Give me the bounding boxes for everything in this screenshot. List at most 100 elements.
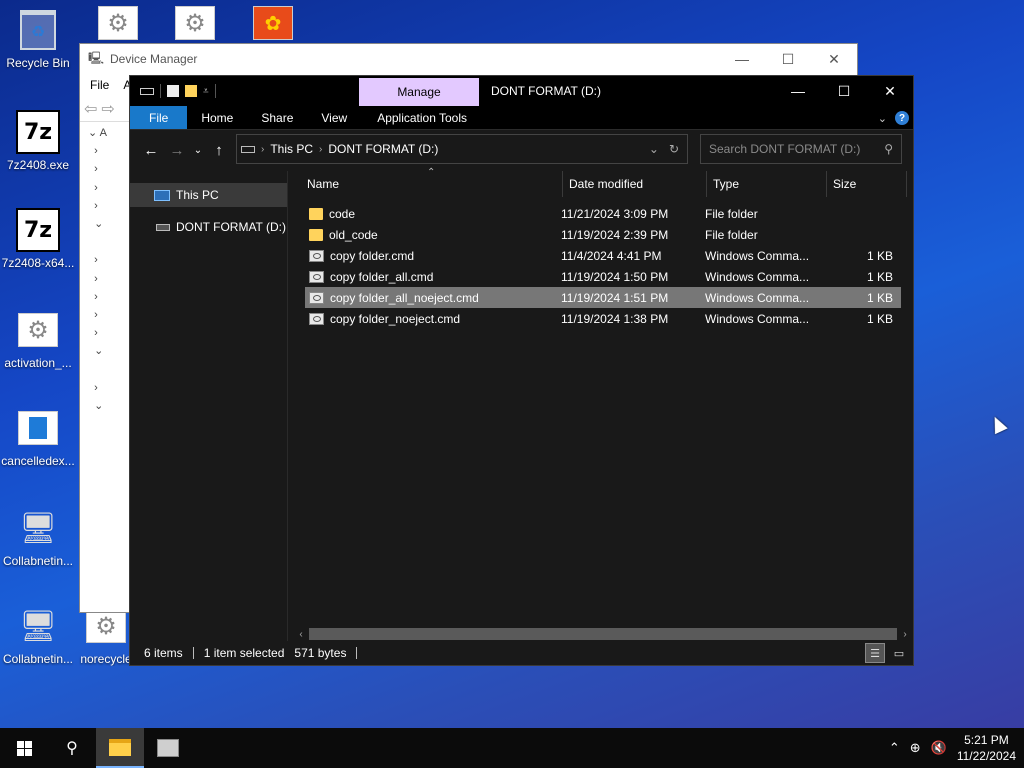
explorer-titlebar[interactable]: ⩡ Manage DONT FORMAT (D:) — ☐ ✕ [130, 76, 913, 106]
desktop-icon-label: Recycle Bin [6, 56, 70, 70]
large-icons-view-icon[interactable]: ▭ [889, 643, 909, 663]
scroll-left-icon[interactable]: ‹ [293, 629, 309, 640]
search-input[interactable] [709, 142, 885, 156]
file-type: File folder [705, 227, 758, 242]
desktop-icon-label: Collabnetin... [2, 554, 74, 568]
device-manager-title: Device Manager [110, 52, 198, 66]
maximize-button[interactable]: ☐ [821, 76, 867, 106]
network-icon[interactable]: ⊕ [910, 740, 921, 756]
file-type: Windows Comma... [705, 248, 810, 263]
scrollbar-thumb[interactable] [309, 628, 897, 640]
chevron-right-icon[interactable]: › [261, 144, 264, 155]
tab-home[interactable]: Home [187, 106, 247, 129]
file-name-cell: old_code [305, 228, 557, 242]
tab-view[interactable]: View [307, 106, 361, 129]
file-name: copy folder.cmd [330, 248, 415, 263]
desktop-icon-7z-x64[interactable]: 7z 7z2408-x64... [0, 208, 76, 270]
tab-application-tools[interactable]: Application Tools [361, 106, 483, 129]
breadcrumb-current[interactable]: DONT FORMAT (D:) [328, 142, 438, 156]
settings-file-icon: ⚙ [98, 6, 138, 40]
tab-file[interactable]: File [130, 106, 188, 129]
file-name: copy folder_all_noeject.cmd [330, 290, 479, 305]
file-row[interactable]: old_code 11/19/2024 2:39 PM File folder [305, 224, 901, 245]
address-bar[interactable]: › This PC › DONT FORMAT (D:) ⌄ ↻ [236, 134, 688, 164]
device-manager-titlebar[interactable]: 🖳 Device Manager — ☐ ✕ [80, 44, 857, 74]
desktop-icon-activation[interactable]: ⚙ activation_... [0, 308, 76, 370]
clock[interactable]: 5:21 PM 11/22/2024 [957, 732, 1016, 764]
desktop-icon-settings-file[interactable]: ⚙ [80, 6, 156, 42]
file-date: 11/19/2024 1:38 PM [561, 311, 669, 326]
clock-date: 11/22/2024 [956, 749, 1016, 763]
speaker-muted-icon[interactable]: 🔇 [931, 740, 947, 756]
file-date: 11/19/2024 1:51 PM [561, 290, 669, 305]
chevron-right-icon[interactable]: › [319, 144, 322, 155]
desktop-icon-image-file[interactable]: ✿ [235, 6, 311, 42]
search-box[interactable]: ⚲ [700, 134, 902, 164]
cmd-file-icon [309, 291, 324, 304]
minimize-button[interactable]: — [775, 76, 821, 106]
chevron-down-icon[interactable]: ⌄ [649, 142, 659, 156]
settings-file-icon: ⚙ [86, 609, 126, 643]
forward-arrow-icon[interactable]: ⇨ [101, 99, 114, 119]
menu-file[interactable]: File [90, 78, 109, 92]
desktop-icon-settings-file[interactable]: ⚙ [157, 6, 233, 42]
recent-locations-icon[interactable]: ⌄ [190, 137, 206, 163]
file-explorer-window[interactable]: ⩡ Manage DONT FORMAT (D:) — ☐ ✕ File Hom… [129, 75, 914, 666]
horizontal-scrollbar[interactable]: ‹ › [293, 626, 913, 642]
file-row[interactable]: copy folder.cmd 11/4/2024 4:41 PM Windows … [305, 245, 901, 266]
drive-icon [156, 223, 170, 231]
desktop-icon-label: 7z2408-x64... [1, 256, 75, 270]
taskbar-file-explorer[interactable] [96, 728, 144, 768]
file-type: Windows Comma... [705, 269, 810, 284]
details-view-icon[interactable]: ☰ [865, 643, 885, 663]
column-size[interactable]: Size [827, 171, 907, 197]
desktop-icon-collabnet-2[interactable]: 🖥 Collabnetin... [0, 604, 76, 667]
desktop-icon-7z-exe[interactable]: 7z 7z2408.exe [0, 110, 76, 172]
file-name-cell: copy folder.cmd [305, 249, 557, 263]
tab-manage[interactable]: Manage [359, 78, 479, 106]
desktop-icon-collabnet-1[interactable]: 🖥 Collabnetin... [0, 506, 76, 569]
scroll-right-icon[interactable]: › [897, 629, 913, 640]
taskbar-device-manager[interactable] [144, 728, 192, 768]
back-arrow-icon[interactable]: ⇦ [84, 99, 97, 119]
cmd-file-icon [309, 270, 324, 283]
forward-button[interactable]: → [164, 137, 190, 163]
7zip-icon: 7z [16, 208, 60, 252]
file-row[interactable]: copy folder_noeject.cmd 11/19/2024 1:38 P… [305, 308, 901, 329]
desktop-icon-cancelledex[interactable]: cancelledex... [0, 406, 76, 468]
sort-ascending-icon: ⌃ [427, 167, 436, 178]
help-icon[interactable]: ? [895, 111, 909, 125]
up-button[interactable]: ↑ [206, 137, 232, 163]
new-folder-icon[interactable] [185, 85, 197, 97]
back-button[interactable]: ← [138, 137, 164, 163]
selection-count: 1 item selected [203, 646, 285, 660]
desktop-icon-recycle-bin[interactable]: ♻ Recycle Bin [0, 8, 76, 70]
maximize-button[interactable]: ☐ [765, 51, 811, 68]
file-size: 1 KB [866, 248, 893, 263]
file-row[interactable]: copy folder_all.cmd 11/19/2024 1:50 PM Win… [305, 266, 901, 287]
minimize-button[interactable]: — [719, 51, 765, 67]
chevron-up-icon[interactable]: ⌃ [889, 740, 900, 756]
breadcrumb-this-pc[interactable]: This PC [270, 142, 313, 156]
nav-item-this-pc[interactable]: This PC [130, 183, 287, 207]
file-row[interactable]: copy folder_all_noeject.cmd 11/19/2024 1:… [305, 287, 901, 308]
column-type[interactable]: Type [707, 171, 827, 197]
properties-icon[interactable] [167, 85, 179, 97]
file-type: Windows Comma... [705, 311, 810, 326]
search-icon[interactable]: ⚲ [48, 728, 96, 768]
nav-item-drive-d[interactable]: DONT FORMAT (D:) [130, 215, 287, 239]
start-button[interactable] [0, 728, 48, 768]
column-date-modified[interactable]: Date modified [563, 171, 707, 197]
item-count: 6 items [144, 646, 183, 660]
file-row[interactable]: code 11/21/2024 3:09 PM File folder [305, 203, 901, 224]
close-button[interactable]: ✕ [811, 51, 857, 68]
expand-ribbon-icon[interactable]: ⌄ [878, 112, 887, 125]
customize-qat-icon[interactable]: ⩡ [203, 86, 209, 97]
close-button[interactable]: ✕ [867, 76, 913, 106]
file-name-cell: copy folder_noeject.cmd [305, 312, 557, 326]
refresh-icon[interactable]: ↻ [669, 142, 679, 156]
device-manager-icon [157, 739, 179, 757]
tab-share[interactable]: Share [247, 106, 307, 129]
status-bar: 6 items 1 item selected 571 bytes ☰ ▭ [130, 641, 913, 665]
quick-access-toolbar: ⩡ [130, 76, 216, 106]
